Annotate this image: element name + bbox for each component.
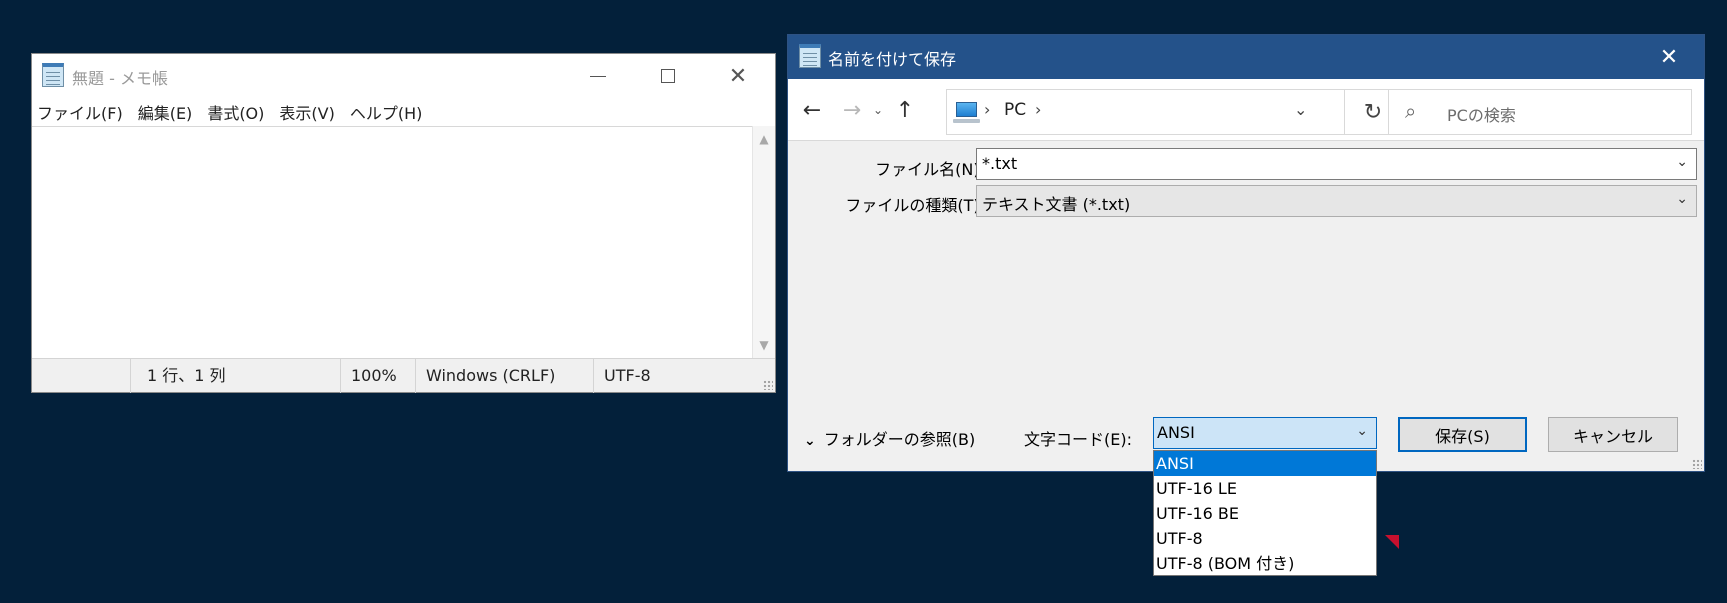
notepad-app-icon [799, 44, 821, 68]
back-button[interactable]: ← [798, 93, 826, 127]
chevron-down-icon: ⌄ [1356, 423, 1368, 439]
scroll-up-icon[interactable]: ▲ [757, 132, 771, 146]
navigation-bar: ← → ⌄ ↑ › PC › ⌄ ↻ ⌕ PCの検索 [788, 79, 1704, 141]
resize-grip-icon[interactable] [763, 380, 773, 390]
notepad-window[interactable]: 無題 - メモ帳 ✕ ファイル(F) 編集(E) 書式(O) 表示(V) ヘルプ… [31, 53, 776, 393]
cancel-button[interactable]: キャンセル [1548, 417, 1678, 452]
browse-folders-label: フォルダーの参照(B) [823, 430, 976, 449]
save-as-dialog[interactable]: 名前を付けて保存 ✕ ← → ⌄ ↑ › PC › ⌄ ↻ ⌕ PCの検索 ファ… [787, 34, 1705, 472]
encoding-option-utf16le[interactable]: UTF-16 LE [1154, 476, 1376, 501]
forward-button[interactable]: → [838, 93, 866, 127]
chevron-down-icon: ⌄ [1676, 191, 1688, 207]
file-name-field[interactable]: *.txt ⌄ [976, 148, 1697, 180]
arrow-up-icon: ↑ [895, 97, 915, 123]
chevron-down-icon[interactable]: ⌄ [1676, 154, 1688, 170]
save-button[interactable]: 保存(S) [1398, 417, 1527, 452]
notepad-titlebar[interactable]: 無題 - メモ帳 ✕ [32, 54, 775, 98]
arrow-left-icon: ← [802, 97, 822, 123]
notepad-statusbar: 1 行、1 列 100% Windows (CRLF) UTF-8 [32, 358, 775, 393]
status-line-ending: Windows (CRLF) [415, 359, 593, 393]
menu-help[interactable]: ヘルプ(H) [350, 100, 423, 124]
breadcrumb-pc[interactable]: PC [1004, 100, 1026, 120]
file-type-select[interactable]: テキスト文書 (*.txt) ⌄ [976, 185, 1697, 217]
menu-view[interactable]: 表示(V) [279, 100, 334, 124]
vertical-scrollbar[interactable]: ▲ ▼ [752, 126, 775, 358]
search-placeholder: PCの検索 [1447, 106, 1516, 125]
minimize-icon [590, 75, 606, 77]
computer-icon [953, 102, 980, 123]
encoding-label: 文字コード(E): [1024, 430, 1132, 449]
menu-edit[interactable]: 編集(E) [138, 100, 193, 124]
notepad-window-title: 無題 - メモ帳 [72, 69, 168, 88]
search-icon: ⌕ [1405, 99, 1417, 123]
encoding-select[interactable]: ANSI ⌄ [1153, 417, 1377, 449]
encoding-option-ansi[interactable]: ANSI [1154, 451, 1376, 476]
maximize-button[interactable] [633, 54, 703, 98]
chevron-down-icon: ⌄ [804, 433, 816, 449]
up-button[interactable]: ↑ [891, 93, 919, 127]
status-cursor-position: 1 行、1 列 [130, 359, 340, 393]
close-icon: ✕ [728, 63, 748, 89]
address-bar[interactable]: › PC › ⌄ [946, 89, 1402, 135]
refresh-icon: ↻ [1363, 99, 1383, 125]
notepad-text-area[interactable] [32, 126, 752, 358]
close-icon: ✕ [1659, 44, 1679, 70]
notepad-app-icon [42, 63, 64, 87]
encoding-option-utf8-bom[interactable]: UTF-8 (BOM 付き) [1154, 551, 1376, 576]
menu-format[interactable]: 書式(O) [207, 100, 264, 124]
file-type-value: テキスト文書 (*.txt) [982, 195, 1131, 214]
red-corner-marker-icon [1385, 535, 1399, 549]
file-name-label: ファイル名(N): [875, 160, 985, 179]
dialog-title: 名前を付けて保存 [828, 50, 957, 69]
breadcrumb-separator-icon[interactable]: › [984, 100, 990, 119]
chevron-down-icon[interactable]: ⌄ [1294, 100, 1307, 119]
encoding-option-utf16be[interactable]: UTF-16 BE [1154, 501, 1376, 526]
breadcrumb-separator-icon[interactable]: › [1035, 100, 1041, 119]
dialog-close-button[interactable]: ✕ [1634, 35, 1704, 79]
encoding-selected-value: ANSI [1157, 423, 1195, 442]
dialog-titlebar[interactable]: 名前を付けて保存 ✕ [788, 35, 1704, 79]
file-type-label: ファイルの種類(T): [845, 196, 985, 215]
notepad-menubar: ファイル(F) 編集(E) 書式(O) 表示(V) ヘルプ(H) [32, 98, 775, 126]
recent-locations-button[interactable]: ⌄ [868, 93, 888, 127]
menu-file[interactable]: ファイル(F) [37, 100, 123, 124]
encoding-dropdown-list: ANSI UTF-16 LE UTF-16 BE UTF-8 UTF-8 (BO… [1153, 450, 1377, 576]
browse-folders-toggle[interactable]: ⌄ フォルダーの参照(B) [804, 426, 975, 450]
encoding-option-utf8[interactable]: UTF-8 [1154, 526, 1376, 551]
file-name-value: *.txt [982, 154, 1018, 173]
search-input[interactable]: ⌕ PCの検索 [1388, 89, 1692, 135]
scroll-down-icon[interactable]: ▼ [757, 338, 771, 352]
chevron-down-icon: ⌄ [872, 103, 884, 117]
notepad-close-button[interactable]: ✕ [703, 54, 773, 98]
minimize-button[interactable] [563, 54, 633, 98]
maximize-icon [661, 69, 675, 83]
resize-grip-icon[interactable] [1692, 459, 1702, 469]
arrow-right-icon: → [842, 97, 862, 123]
status-encoding: UTF-8 [593, 359, 775, 393]
status-zoom: 100% [340, 359, 415, 393]
